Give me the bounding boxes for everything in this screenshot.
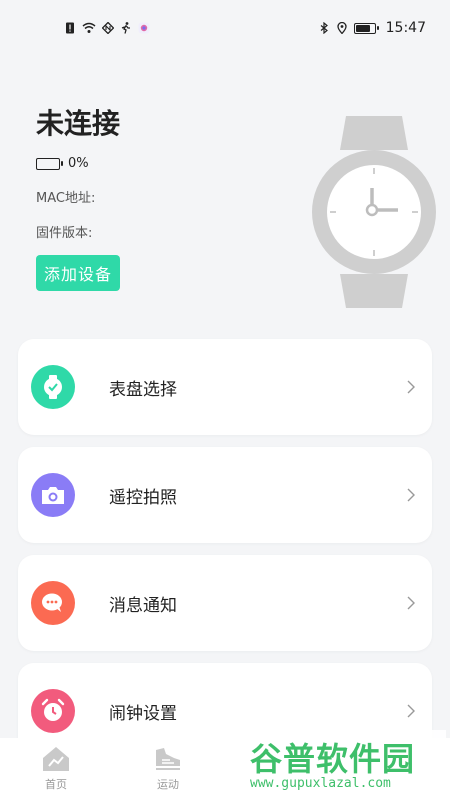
- tab-home-label: 首页: [45, 778, 67, 791]
- alarm-clock-icon: [31, 689, 75, 733]
- app-icon: [138, 22, 150, 34]
- bluetooth-icon: [320, 22, 328, 34]
- device-info: 未连接 0% MAC地址: 固件版本: 添加设备: [36, 104, 121, 291]
- message-icon: [31, 581, 75, 625]
- watermark-url: www.gupuxlazal.com: [250, 776, 391, 791]
- battery-row: 0%: [36, 156, 120, 171]
- status-time: 15:47: [385, 20, 426, 36]
- tab-sport[interactable]: 运动: [112, 738, 224, 800]
- menu-item-remote-camera[interactable]: 遥控拍照: [18, 447, 432, 543]
- firmware-version-label: 固件版本:: [36, 226, 93, 241]
- chevron-right-icon: [407, 380, 415, 394]
- battery-icon: [353, 22, 379, 34]
- status-bar: 15:47: [0, 0, 450, 56]
- connection-status: 未连接: [36, 107, 121, 140]
- shoe-icon: [156, 748, 180, 770]
- watermark: 谷普软件园 www.gupuxlazal.com: [246, 730, 446, 796]
- menu-label-alarm: 闹钟设置: [109, 703, 177, 724]
- tab-home[interactable]: 首页: [0, 738, 112, 800]
- watermark-title: 谷普软件园: [250, 740, 416, 778]
- mac-address-label: MAC地址:: [36, 191, 96, 206]
- tab-sport-label: 运动: [157, 778, 179, 791]
- home-icon: [43, 747, 69, 771]
- nfc-icon: [102, 22, 114, 34]
- add-device-button[interactable]: 添加设备: [36, 255, 121, 291]
- chevron-right-icon: [407, 596, 415, 610]
- battery-level: 0%: [68, 156, 89, 171]
- menu-label-notifications: 消息通知: [109, 595, 177, 616]
- location-icon: [336, 22, 347, 34]
- menu-label-watch-face: 表盘选择: [109, 379, 177, 400]
- camera-icon: [31, 473, 75, 517]
- chevron-right-icon: [407, 488, 415, 502]
- menu-item-notifications[interactable]: 消息通知: [18, 555, 432, 651]
- device-battery-icon: [36, 157, 63, 170]
- watch-illustration-icon: [312, 116, 436, 308]
- watch-face-icon: [31, 365, 75, 409]
- wifi-icon: [82, 22, 96, 33]
- menu-label-remote-camera: 遥控拍照: [109, 487, 177, 508]
- menu-item-watch-face[interactable]: 表盘选择: [18, 339, 432, 435]
- chevron-right-icon: [407, 704, 415, 718]
- walk-icon: [121, 22, 130, 34]
- sim-alert-icon: [66, 22, 74, 34]
